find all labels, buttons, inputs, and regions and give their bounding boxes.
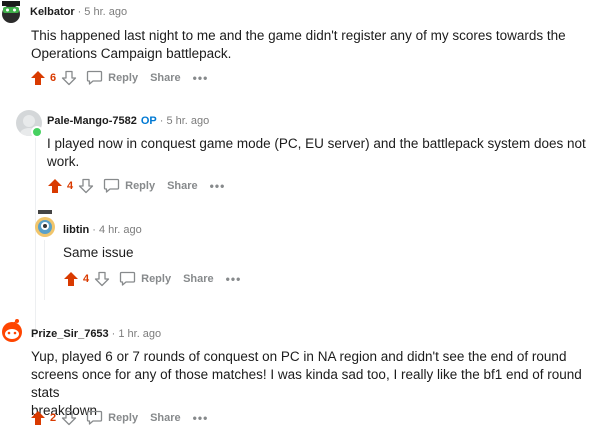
vote-count: 4 — [83, 273, 90, 285]
reply-label: Reply — [125, 180, 156, 192]
comment-meta: Prize_Sir_7653 · 1 hr. ago — [31, 328, 161, 340]
vote-count: 6 — [50, 72, 57, 84]
comment-text-line: This happened last night to me and the g… — [31, 28, 566, 43]
timestamp[interactable]: 5 hr. ago — [84, 6, 127, 18]
reply-icon — [103, 178, 120, 193]
separator: · — [92, 224, 96, 236]
timestamp[interactable]: 4 hr. ago — [99, 224, 142, 236]
downvote-icon[interactable] — [77, 177, 95, 195]
reply-button[interactable]: Reply — [86, 410, 138, 426]
comment-meta: Kelbator · 5 hr. ago — [30, 6, 127, 18]
share-label: Share — [150, 412, 181, 424]
thread-line[interactable] — [44, 240, 45, 300]
avatar[interactable] — [0, 0, 22, 24]
avatar[interactable] — [0, 316, 24, 344]
online-status-dot — [31, 126, 43, 138]
share-label: Share — [167, 180, 198, 192]
comment-actions: 4 Reply Share ••• — [46, 177, 225, 195]
comment-text-line: work. — [47, 154, 80, 169]
upvote-icon[interactable] — [29, 409, 47, 427]
more-icon[interactable]: ••• — [226, 272, 242, 286]
comment-actions: 6 Reply Share ••• — [29, 69, 208, 87]
upvote-icon[interactable] — [46, 177, 64, 195]
comment-actions: 2 Reply Share ••• — [29, 409, 208, 427]
reply-button[interactable]: Reply — [119, 271, 171, 287]
share-label: Share — [183, 273, 214, 285]
comment-body: This happened last night to me and the g… — [31, 27, 566, 63]
reply-button[interactable]: Reply — [103, 178, 155, 194]
timestamp[interactable]: 1 hr. ago — [118, 328, 161, 340]
comment-meta: libtin · 4 hr. ago — [63, 224, 142, 236]
author-name[interactable]: Kelbator — [30, 6, 75, 18]
reply-button[interactable]: Reply — [86, 70, 138, 86]
author-name[interactable]: Pale-Mango-7582 — [47, 115, 137, 127]
comment-body: I played now in conquest game mode (PC, … — [47, 135, 586, 171]
vote-count: 2 — [50, 412, 57, 424]
more-icon[interactable]: ••• — [193, 71, 209, 85]
author-name[interactable]: libtin — [63, 224, 89, 236]
vote-count: 4 — [67, 180, 74, 192]
timestamp[interactable]: 5 hr. ago — [166, 115, 209, 127]
more-icon[interactable]: ••• — [210, 179, 226, 193]
upvote-icon[interactable] — [29, 69, 47, 87]
comment-text-line: I played now in conquest game mode (PC, … — [47, 136, 586, 151]
avatar[interactable] — [34, 210, 56, 238]
comment-text-line: Operations Campaign battlepack. — [31, 46, 232, 61]
reply-icon — [119, 271, 136, 286]
comment-text-line: Same issue — [63, 245, 134, 260]
reply-label: Reply — [108, 412, 139, 424]
share-button[interactable]: Share — [183, 273, 214, 285]
separator: · — [159, 115, 164, 127]
separator: · — [111, 328, 116, 340]
share-button[interactable]: Share — [167, 180, 198, 192]
share-label: Share — [150, 72, 181, 84]
op-badge: OP — [140, 115, 157, 127]
reply-icon — [86, 410, 103, 425]
comment-actions: 4 Reply Share ••• — [62, 270, 241, 288]
share-button[interactable]: Share — [150, 412, 181, 424]
downvote-icon[interactable] — [60, 69, 78, 87]
share-button[interactable]: Share — [150, 72, 181, 84]
separator: · — [77, 6, 82, 18]
comment-text-line: Yup, played 6 or 7 rounds of conquest on… — [31, 349, 567, 364]
downvote-icon[interactable] — [93, 270, 111, 288]
comment-meta: Pale-Mango-7582 OP · 5 hr. ago — [47, 115, 209, 127]
reply-label: Reply — [141, 273, 172, 285]
downvote-icon[interactable] — [60, 409, 78, 427]
reply-icon — [86, 70, 103, 85]
author-name[interactable]: Prize_Sir_7653 — [31, 328, 109, 340]
upvote-icon[interactable] — [62, 270, 80, 288]
comment-body: Same issue — [63, 244, 134, 262]
more-icon[interactable]: ••• — [193, 411, 209, 425]
comment-text-line: screens once for any of those matches! I… — [31, 367, 582, 400]
reply-label: Reply — [108, 72, 139, 84]
